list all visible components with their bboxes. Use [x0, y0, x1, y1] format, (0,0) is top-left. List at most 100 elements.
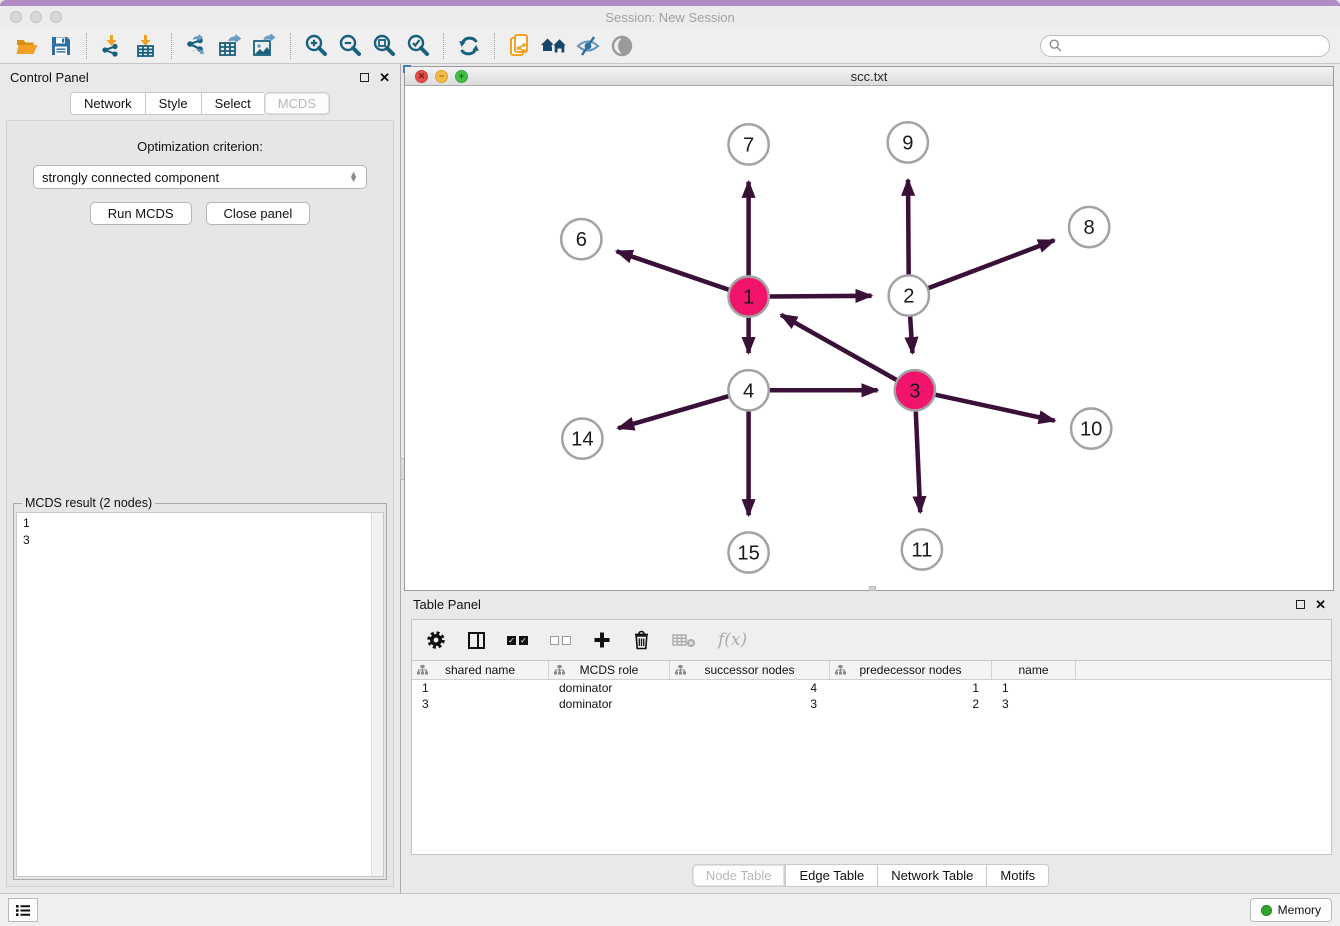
table-panel-tabs: Node Table Edge Table Network Table Moti…	[401, 864, 1340, 893]
svg-text:10: 10	[1080, 419, 1102, 441]
save-session-button[interactable]	[44, 32, 78, 60]
close-panel-icon[interactable]: ✕	[379, 71, 390, 84]
delete-table-icon[interactable]	[672, 632, 696, 648]
node-1[interactable]: 1	[728, 277, 768, 317]
first-neighbors-button[interactable]	[537, 32, 571, 60]
node-11[interactable]: 11	[902, 530, 942, 570]
network-resize-handle[interactable]	[869, 586, 876, 591]
cell-shared-name[interactable]: 3	[412, 696, 549, 712]
edge-1-6[interactable]	[617, 251, 730, 290]
edge-2-8[interactable]	[928, 241, 1055, 289]
deselect-all-columns-icon[interactable]	[550, 636, 571, 645]
tab-select[interactable]: Select	[201, 92, 264, 115]
float-panel-icon[interactable]	[360, 73, 369, 82]
refresh-button[interactable]	[452, 32, 486, 60]
select-all-columns-icon[interactable]: ✓✓	[507, 636, 528, 645]
column-header-name[interactable]: name	[992, 661, 1076, 679]
node-4[interactable]: 4	[728, 370, 768, 410]
show-graphics-details-button[interactable]	[605, 32, 639, 60]
copy-views-button[interactable]	[503, 32, 537, 60]
import-table-icon	[134, 34, 158, 58]
edge-4-14[interactable]	[618, 396, 729, 428]
copy-network-views-icon	[508, 33, 532, 59]
tab-node-table[interactable]: Node Table	[692, 864, 786, 887]
delete-column-trash-icon[interactable]	[633, 630, 650, 650]
node-2[interactable]: 2	[889, 276, 929, 316]
tab-motifs[interactable]: Motifs	[986, 864, 1049, 887]
cell-mcds-role[interactable]: dominator	[549, 696, 670, 712]
close-table-panel-icon[interactable]: ✕	[1315, 598, 1326, 611]
export-network-button[interactable]	[180, 32, 214, 60]
export-table-button[interactable]	[214, 32, 248, 60]
svg-text:11: 11	[911, 540, 932, 562]
network-window-title: scc.txt	[405, 69, 1333, 84]
table-row[interactable]: 1 dominator 4 1 1	[412, 680, 1331, 696]
svg-text:9: 9	[902, 133, 913, 155]
cell-name[interactable]: 3	[992, 696, 1076, 712]
edge-2-9[interactable]	[908, 180, 909, 276]
cell-name[interactable]: 1	[992, 680, 1076, 696]
zoom-out-button[interactable]	[333, 32, 367, 60]
cell-predecessor-nodes[interactable]: 1	[830, 680, 992, 696]
node-table: shared name MCDS role successor nodes	[411, 661, 1332, 855]
task-history-button[interactable]	[8, 898, 38, 922]
search-input[interactable]	[1067, 39, 1317, 53]
edge-3-11[interactable]	[916, 411, 921, 513]
cell-mcds-role[interactable]: dominator	[549, 680, 670, 696]
tab-mcds[interactable]: MCDS	[264, 92, 330, 115]
mcds-result-item[interactable]: 3	[23, 532, 377, 549]
column-header-mcds-role[interactable]: MCDS role	[549, 661, 670, 679]
node-3[interactable]: 3	[895, 370, 935, 410]
float-table-panel-icon[interactable]	[1296, 600, 1305, 609]
close-panel-button[interactable]: Close panel	[206, 202, 311, 225]
edge-1-2[interactable]	[769, 296, 872, 297]
node-10[interactable]: 10	[1071, 409, 1111, 449]
edge-3-1[interactable]	[781, 315, 897, 381]
cell-shared-name[interactable]: 1	[412, 680, 549, 696]
result-scrollbar[interactable]	[371, 513, 383, 876]
task-list-icon	[15, 904, 31, 917]
tab-network-table[interactable]: Network Table	[877, 864, 986, 887]
tab-edge-table[interactable]: Edge Table	[785, 864, 877, 887]
function-builder-icon[interactable]: f(x)	[718, 630, 747, 650]
import-network-button[interactable]	[95, 32, 129, 60]
search-field[interactable]	[1040, 35, 1330, 57]
network-window-titlebar[interactable]: ✕ − + scc.txt	[405, 67, 1333, 86]
hide-graphics-details-button[interactable]	[571, 32, 605, 60]
tab-style[interactable]: Style	[145, 92, 201, 115]
edge-2-3[interactable]	[910, 316, 912, 353]
column-header-predecessor-nodes[interactable]: predecessor nodes	[830, 661, 992, 679]
node-15[interactable]: 15	[728, 533, 768, 573]
zoom-in-button[interactable]	[299, 32, 333, 60]
table-settings-gear-icon[interactable]	[426, 630, 446, 650]
column-chooser-icon[interactable]	[468, 632, 485, 649]
column-header-shared-name[interactable]: shared name	[412, 661, 549, 679]
refresh-icon	[457, 34, 481, 58]
node-14[interactable]: 14	[562, 419, 602, 459]
open-folder-icon	[15, 36, 39, 56]
zoom-fit-icon	[371, 33, 397, 59]
cell-successor-nodes[interactable]: 3	[670, 696, 830, 712]
node-6[interactable]: 6	[561, 219, 601, 259]
node-7[interactable]: 7	[728, 124, 768, 164]
add-column-icon[interactable]	[593, 631, 611, 649]
cell-successor-nodes[interactable]: 4	[670, 680, 830, 696]
export-image-button[interactable]	[248, 32, 282, 60]
node-8[interactable]: 8	[1069, 207, 1109, 247]
mcds-result-item[interactable]: 1	[23, 515, 377, 532]
open-file-button[interactable]	[10, 32, 44, 60]
zoom-fit-button[interactable]	[367, 32, 401, 60]
tab-network[interactable]: Network	[70, 92, 145, 115]
zoom-selected-button[interactable]	[401, 32, 435, 60]
memory-button[interactable]: Memory	[1250, 898, 1332, 922]
network-canvas[interactable]: 7 9 6 8 1 2 4 3 14 10 15 11	[405, 86, 1333, 590]
mcds-result-list[interactable]: 1 3	[16, 512, 384, 877]
table-row[interactable]: 3 dominator 3 2 3	[412, 696, 1331, 712]
edge-3-10[interactable]	[935, 395, 1055, 421]
column-header-successor-nodes[interactable]: successor nodes	[670, 661, 830, 679]
optimization-criterion-select[interactable]: strongly connected component ▲▼	[33, 165, 367, 189]
node-9[interactable]: 9	[888, 122, 928, 162]
cell-predecessor-nodes[interactable]: 2	[830, 696, 992, 712]
run-mcds-button[interactable]: Run MCDS	[90, 202, 192, 225]
import-table-button[interactable]	[129, 32, 163, 60]
